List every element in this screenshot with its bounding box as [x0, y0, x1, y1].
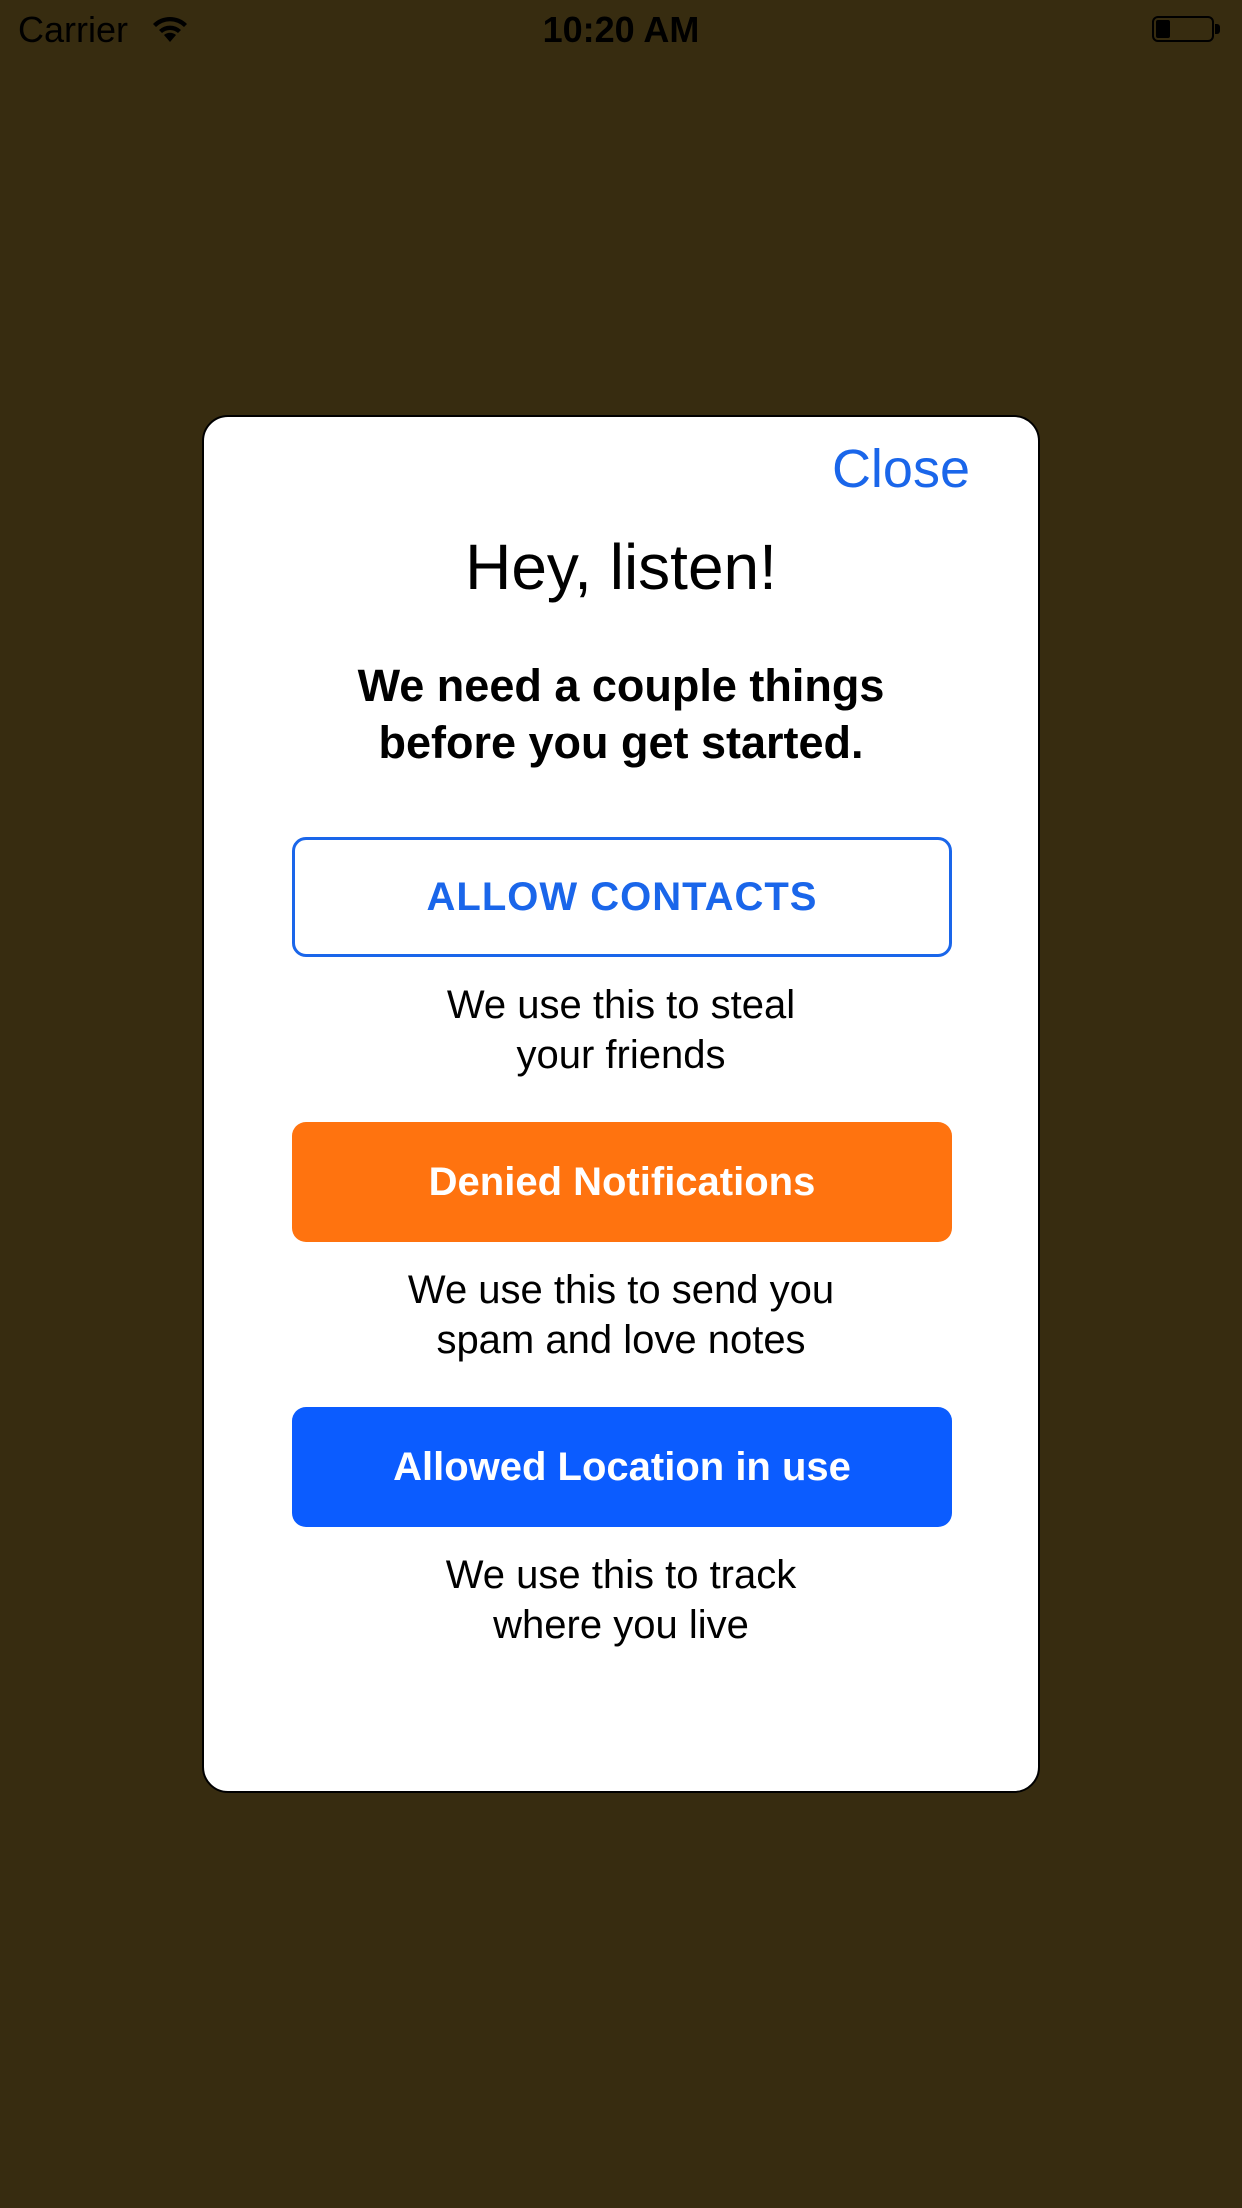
- battery-icon: [1152, 16, 1222, 46]
- clock-label: 10:20 AM: [542, 9, 700, 50]
- location-description: We use this to track where you live: [445, 1553, 797, 1647]
- contacts-description: We use this to steal your friends: [446, 983, 796, 1077]
- notifications-button[interactable]: Denied Notifications: [292, 1122, 952, 1242]
- permissions-modal: Close Hey, listen! We need a couple thin…: [202, 415, 1040, 1793]
- location-button[interactable]: Allowed Location in use: [292, 1407, 952, 1527]
- battery-level: [1156, 20, 1170, 38]
- modal-subtitle: We need a couple things before you get s…: [357, 660, 885, 768]
- allow-contacts-button[interactable]: ALLOW CONTACTS: [292, 837, 952, 957]
- modal-title: Hey, listen!: [465, 531, 777, 603]
- notifications-description: We use this to send you spam and love no…: [407, 1268, 835, 1362]
- status-bar: Carrier 10:20 AM: [0, 0, 1242, 60]
- battery-tip: [1215, 24, 1220, 34]
- close-button[interactable]: Close: [832, 437, 970, 501]
